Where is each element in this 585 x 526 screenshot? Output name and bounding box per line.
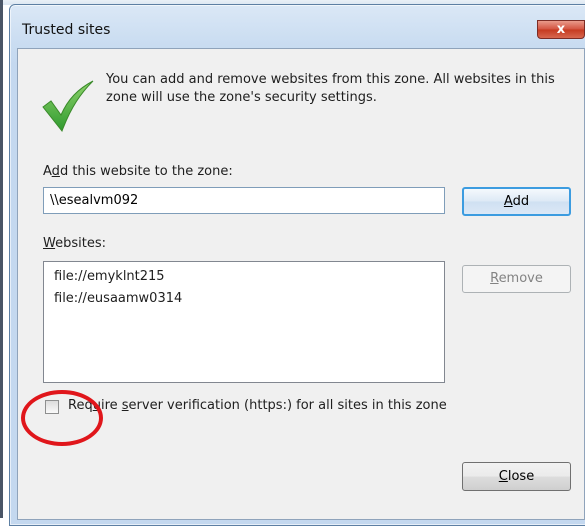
remove-button[interactable]: Remove: [462, 265, 571, 293]
require-https-checkbox[interactable]: [45, 400, 59, 414]
require-https-label[interactable]: Require server verification (https:) for…: [68, 398, 447, 413]
dialog-title: Trusted sites: [22, 22, 111, 38]
close-button[interactable]: Close: [462, 462, 571, 491]
checkmark-icon: [42, 80, 94, 133]
dialog-client-area: You can add and remove websites from thi…: [17, 48, 585, 520]
window-edge: [0, 0, 3, 518]
list-item[interactable]: file://eusaamw0314: [54, 288, 434, 310]
close-window-button[interactable]: x: [537, 20, 585, 39]
websites-list[interactable]: file://emyklnt215 file://eusaamw0314: [43, 261, 445, 383]
add-website-label: Add this website to the zone:: [43, 164, 233, 179]
close-icon: x: [556, 22, 566, 37]
add-button[interactable]: Add: [462, 187, 571, 216]
websites-label: Websites:: [43, 236, 106, 251]
website-url-input[interactable]: [43, 187, 445, 214]
zone-info-text: You can add and remove websites from thi…: [106, 72, 555, 105]
list-item[interactable]: file://emyklnt215: [54, 266, 434, 288]
